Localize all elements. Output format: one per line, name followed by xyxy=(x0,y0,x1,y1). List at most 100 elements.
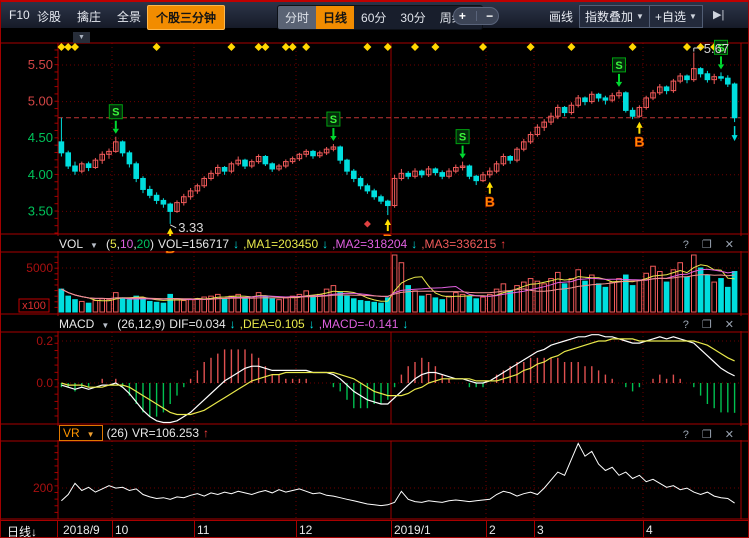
index-overlay-dropdown[interactable]: 指数叠加 ▼ xyxy=(579,5,650,28)
maximize-icon[interactable]: ❐ xyxy=(702,429,712,441)
period-mode-label[interactable]: 日线↓ xyxy=(7,523,37,538)
svg-text:3.50: 3.50 xyxy=(28,203,53,218)
svg-text:5.50: 5.50 xyxy=(28,57,53,72)
vr-indicator-selector[interactable]: VR ▼ xyxy=(59,425,103,441)
arrow-down-icon: ↓ xyxy=(322,237,328,251)
tab-f10[interactable]: F10 xyxy=(9,8,30,22)
panel-controls: ? ❐ ✕ xyxy=(674,237,738,251)
param-text: ) xyxy=(150,237,154,251)
macd-title: MACD xyxy=(59,317,94,331)
zoom-out-button[interactable]: − xyxy=(486,10,493,22)
close-icon[interactable]: ✕ xyxy=(725,239,734,251)
tab-stock-3min[interactable]: 个股三分钟 xyxy=(147,5,225,30)
ma2-value: ,MA2=318204 xyxy=(332,237,407,251)
chevron-down-icon: ▼ xyxy=(689,12,697,21)
svg-text:3.33: 3.33 xyxy=(178,220,203,235)
period-intraday[interactable]: 分时 xyxy=(278,6,316,29)
vol-title: VOL xyxy=(59,237,83,251)
time-axis-label: 2019/1 xyxy=(394,523,431,537)
month-tick xyxy=(391,521,392,537)
time-axis-label: 2 xyxy=(489,523,496,537)
period-tab-group: 分时 日线 60分 30分 周线 ▼ xyxy=(277,5,483,30)
vol-panel-header: VOL▼ (5,10,20) VOL=156717 ↓ ,MA1=203450 … xyxy=(1,236,749,251)
panel-controls: ? ❐ ✕ xyxy=(674,427,738,441)
macd-panel xyxy=(61,335,734,423)
volume-bars xyxy=(59,255,737,312)
month-tick xyxy=(57,521,58,537)
time-axis-label: 10 xyxy=(115,523,128,537)
close-icon[interactable]: ✕ xyxy=(725,429,734,441)
period-30min[interactable]: 30分 xyxy=(393,6,432,29)
help-icon[interactable]: ? xyxy=(683,319,689,331)
vol-indicator-selector[interactable]: VOL ▼ xyxy=(59,237,102,251)
month-tick xyxy=(534,521,535,537)
svg-text:4.00: 4.00 xyxy=(28,167,53,182)
svg-text:5.67: 5.67 xyxy=(704,41,729,56)
param-text: 10 xyxy=(120,237,133,251)
svg-text:S: S xyxy=(330,114,337,126)
svg-text:5.00: 5.00 xyxy=(28,94,53,109)
svg-text:S: S xyxy=(459,132,466,144)
chart-area[interactable]: 5.50 5.00 4.50 4.00 3.50 5000 0.2 0.0 200 x100 S S S… xyxy=(1,2,749,538)
help-icon[interactable]: ? xyxy=(683,429,689,441)
time-axis-label: 3 xyxy=(537,523,544,537)
collapse-panel-icon[interactable]: ▶| xyxy=(713,8,724,21)
toolbar: F10 诊股 擒庄 全景 个股三分钟 分时 日线 60分 30分 周线 ▼ + … xyxy=(1,2,749,28)
stock-chart-window: F10 诊股 擒庄 全景 个股三分钟 分时 日线 60分 30分 周线 ▼ + … xyxy=(0,0,749,538)
period-daily[interactable]: 日线 xyxy=(316,6,354,29)
svg-text:4.50: 4.50 xyxy=(28,130,53,145)
maximize-icon[interactable]: ❐ xyxy=(702,319,712,331)
svg-text:x100: x100 xyxy=(22,300,46,312)
svg-text:5000: 5000 xyxy=(26,261,53,275)
vr-title: VR xyxy=(63,426,80,440)
arrow-down-icon: ↓ xyxy=(411,237,417,251)
arrow-down-icon: ↓ xyxy=(31,525,37,538)
add-watchlist-label: +自选 xyxy=(655,8,686,25)
param-text: (26,12,9) xyxy=(117,317,165,331)
arrow-down-icon: ↓ xyxy=(309,317,315,331)
dif-value: DIF=0.034 xyxy=(169,317,225,331)
tab-diagnose[interactable]: 诊股 xyxy=(37,8,61,25)
close-icon[interactable]: ✕ xyxy=(725,319,734,331)
time-axis[interactable]: 日线↓ 2018/91011122019/1234 xyxy=(1,520,749,538)
tab-qinzhuang[interactable]: 擒庄 xyxy=(77,8,101,25)
svg-text:0.2: 0.2 xyxy=(36,334,53,348)
chevron-down-icon: ▼ xyxy=(87,430,95,439)
svg-text:B: B xyxy=(634,134,644,150)
draw-line-button[interactable]: 画线 xyxy=(549,8,573,25)
dea-value: ,DEA=0.105 xyxy=(240,317,305,331)
help-icon[interactable]: ? xyxy=(683,239,689,251)
svg-text:S: S xyxy=(112,107,119,119)
vr-value: VR=106.253 xyxy=(132,426,199,440)
time-axis-label: 2018/9 xyxy=(63,523,100,537)
arrow-down-icon: ↓ xyxy=(402,317,408,331)
period-mode-text: 日线 xyxy=(7,525,31,538)
month-tick xyxy=(296,521,297,537)
param-text: 20 xyxy=(137,237,150,251)
arrow-up-icon: ↑ xyxy=(500,237,506,251)
period-60min[interactable]: 60分 xyxy=(354,6,393,29)
param-text: 5 xyxy=(110,237,117,251)
price-annotations: 5.67 3.33 xyxy=(170,41,737,235)
month-tick xyxy=(112,521,113,537)
svg-text:S: S xyxy=(615,60,622,72)
zoom-in-button[interactable]: + xyxy=(459,10,466,22)
arrow-down-icon: ↓ xyxy=(233,237,239,251)
macd-panel-header: MACD▼ (26,12,9) DIF=0.034 ↓ ,DEA=0.105 ↓… xyxy=(1,316,749,331)
month-tick xyxy=(194,521,195,537)
chart-corner-dropdown[interactable]: ▼ xyxy=(73,32,90,43)
maximize-icon[interactable]: ❐ xyxy=(702,239,712,251)
month-tick xyxy=(486,521,487,537)
svg-text:200: 200 xyxy=(33,481,53,495)
month-tick xyxy=(643,521,644,537)
svg-text:0.0: 0.0 xyxy=(36,376,53,390)
panel-controls: ? ❐ ✕ xyxy=(674,317,738,331)
chevron-down-icon: ▼ xyxy=(90,241,98,250)
macd-indicator-selector[interactable]: MACD▼ xyxy=(59,317,113,331)
vr-panel xyxy=(61,443,734,505)
add-watchlist-dropdown[interactable]: +自选 ▼ xyxy=(649,5,703,28)
arrow-down-icon: ↓ xyxy=(230,317,236,331)
tab-panorama[interactable]: 全景 xyxy=(117,8,141,25)
chevron-down-icon: ▼ xyxy=(636,12,644,21)
zoom-controls: + − xyxy=(453,7,499,25)
